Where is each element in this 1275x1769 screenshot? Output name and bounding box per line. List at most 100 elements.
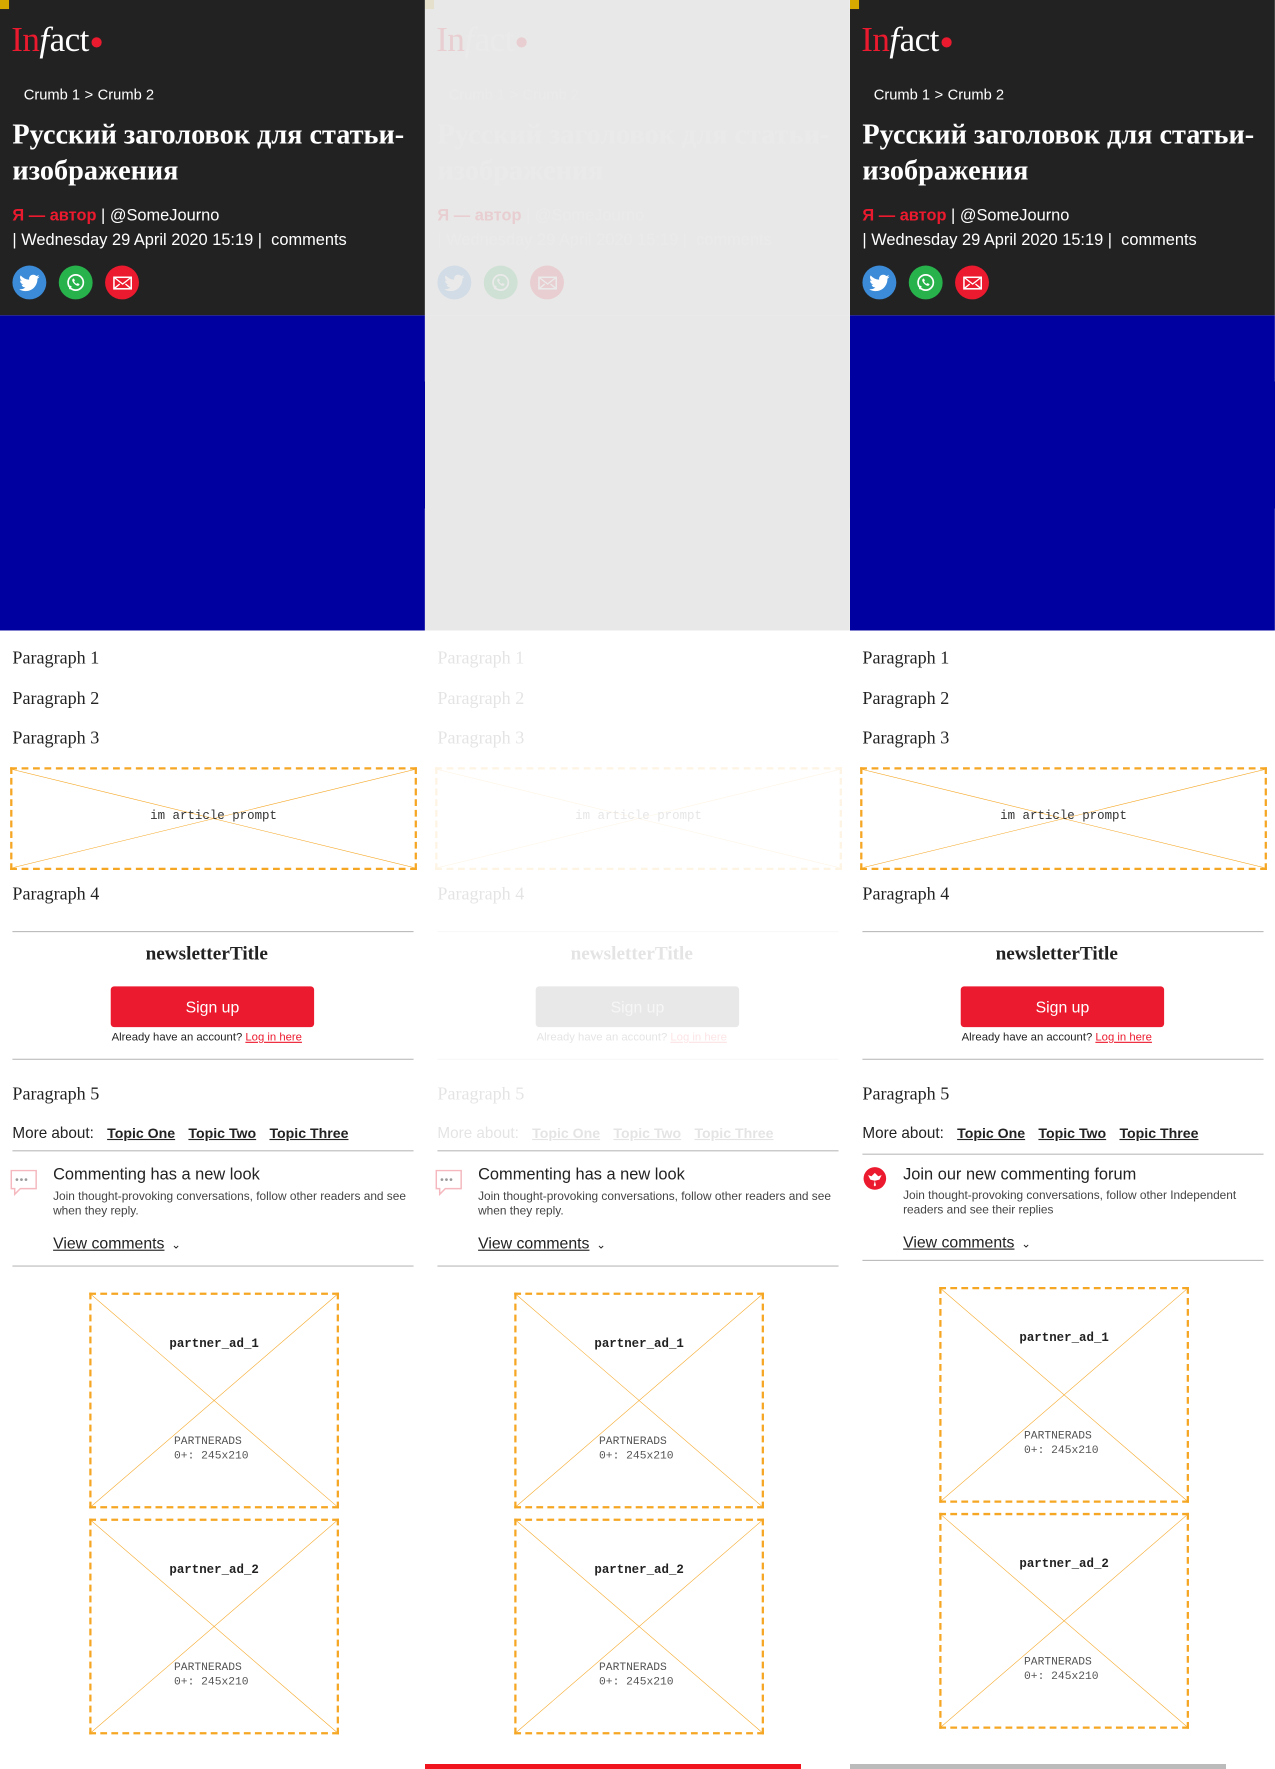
ad-name: partner_ad_1 xyxy=(594,1337,684,1352)
topic-link[interactable]: Topic Three xyxy=(1119,1125,1198,1141)
share-buttons xyxy=(437,265,564,300)
partner-ad-slot[interactable]: partner_ad_1 PARTNERADS 0+: 245x210 xyxy=(89,1292,339,1509)
whatsapp-share-button[interactable] xyxy=(483,265,518,300)
chevron-down-icon: ⌄ xyxy=(596,1239,606,1252)
email-share-button[interactable] xyxy=(530,265,564,300)
paragraph: Paragraph 5 xyxy=(862,1084,950,1104)
login-link[interactable]: Log in here xyxy=(670,1032,727,1044)
share-buttons xyxy=(12,265,139,300)
divider xyxy=(12,931,414,933)
author-link[interactable]: Я — автор xyxy=(437,207,521,225)
signup-button[interactable]: Sign up xyxy=(960,986,1165,1028)
login-link[interactable]: Log in here xyxy=(1095,1032,1152,1044)
partner-ad-slot[interactable]: partner_ad_2 PARTNERADS 0+: 245x210 xyxy=(514,1518,764,1735)
placeholder-cross xyxy=(92,1295,337,1506)
topic-link[interactable]: Topic One xyxy=(957,1125,1025,1141)
site-logo[interactable]: Infact xyxy=(861,19,952,60)
progress-bar xyxy=(425,1764,801,1769)
comments-link[interactable]: comments xyxy=(271,232,347,250)
publish-date: Wednesday 29 April 2020 15:19 xyxy=(871,231,1104,250)
speech-bubble-icon xyxy=(10,1169,37,1197)
comments-link[interactable]: comments xyxy=(696,232,772,250)
ad-info: PARTNERADS 0+: 245x210 xyxy=(174,1662,249,1690)
author-link[interactable]: Я — автор xyxy=(12,207,96,225)
newsletter-title: newsletterTitle xyxy=(570,942,693,964)
partner-ad-slot[interactable]: partner_ad_2 PARTNERADS 0+: 245x210 xyxy=(939,1512,1189,1729)
author-link[interactable]: Я — автор xyxy=(862,207,946,225)
twitter-share-button[interactable] xyxy=(437,265,472,300)
ad-name: partner_ad_2 xyxy=(1019,1558,1109,1572)
comments-promo-desc: Join thought-provoking conversations, fo… xyxy=(53,1189,406,1219)
view-comments-button[interactable]: View comments ⌄ xyxy=(903,1233,1031,1251)
ad-info: PARTNERADS 0+: 245x210 xyxy=(1024,1430,1099,1458)
partner-ad-slot[interactable]: partner_ad_1 PARTNERADS 0+: 245x210 xyxy=(939,1286,1189,1503)
crumb-2[interactable]: Crumb 2 xyxy=(523,86,579,103)
login-link[interactable]: Log in here xyxy=(245,1032,302,1044)
article-header: Infact Crumb 1 > Crumb 2 Русский заголовок… xyxy=(850,0,1275,316)
paragraph: Paragraph 3 xyxy=(862,728,950,748)
breadcrumb: Crumb 1 > Crumb 2 xyxy=(448,85,580,103)
whatsapp-share-button[interactable] xyxy=(58,265,93,300)
debug-marker xyxy=(850,0,860,10)
byline: Я — автор | @SomeJourno xyxy=(437,206,645,225)
paragraph: Paragraph 4 xyxy=(437,884,525,904)
prompt-label: im article prompt xyxy=(1000,810,1127,824)
ad-name: partner_ad_2 xyxy=(594,1563,684,1578)
email-share-button[interactable] xyxy=(105,265,139,300)
topic-link[interactable]: Topic Two xyxy=(613,1125,681,1141)
topic-link[interactable]: Topic Two xyxy=(1038,1125,1106,1141)
debug-marker xyxy=(0,0,10,10)
more-about: More about: Topic One Topic Two Topic Th… xyxy=(12,1124,349,1142)
article-prompt-placeholder: im article prompt xyxy=(435,767,842,871)
whatsapp-icon xyxy=(917,274,935,291)
site-logo[interactable]: Infact xyxy=(11,19,102,60)
divider xyxy=(12,1265,414,1267)
login-prompt: Already have an account? Log in here xyxy=(111,1031,302,1045)
email-share-button[interactable] xyxy=(955,265,989,300)
topic-link[interactable]: Topic One xyxy=(107,1125,175,1141)
login-prompt: Already have an account? Log in here xyxy=(961,1031,1152,1045)
paragraph: Paragraph 2 xyxy=(437,689,525,709)
prompt-label: im article prompt xyxy=(575,810,702,824)
dateline: | Wednesday 29 April 2020 15:19 | commen… xyxy=(862,231,1197,250)
twitter-share-button[interactable] xyxy=(862,265,897,300)
topic-link[interactable]: Topic One xyxy=(532,1125,600,1141)
email-icon xyxy=(962,275,982,290)
partner-ad-slot[interactable]: partner_ad_1 PARTNERADS 0+: 245x210 xyxy=(514,1292,764,1509)
paragraph: Paragraph 4 xyxy=(862,884,950,904)
divider xyxy=(862,1058,1264,1060)
topic-link[interactable]: Topic Three xyxy=(269,1125,348,1141)
topic-link[interactable]: Topic Two xyxy=(188,1125,256,1141)
ad-info: PARTNERADS 0+: 245x210 xyxy=(174,1436,249,1464)
placeholder-cross xyxy=(942,1289,1187,1500)
author-handle[interactable]: @SomeJourno xyxy=(110,207,220,225)
site-logo[interactable]: Infact xyxy=(436,19,527,60)
ad-info: PARTNERADS 0+: 245x210 xyxy=(1024,1656,1099,1684)
comments-promo-desc: Join thought-provoking conversations, fo… xyxy=(478,1189,831,1219)
signup-button[interactable]: Sign up xyxy=(535,986,740,1028)
article-title: Русский заголовок для статьи-изображения xyxy=(12,119,405,187)
topic-link[interactable]: Topic Three xyxy=(694,1125,773,1141)
crumb-1[interactable]: Crumb 1 xyxy=(874,86,930,103)
comments-link[interactable]: comments xyxy=(1121,232,1197,250)
crumb-2[interactable]: Crumb 2 xyxy=(98,86,154,103)
view-comments-button[interactable]: View comments ⌄ xyxy=(53,1234,181,1252)
divider xyxy=(12,1058,414,1060)
crumb-2[interactable]: Crumb 2 xyxy=(948,86,1004,103)
hero-image xyxy=(850,315,1275,631)
author-handle[interactable]: @SomeJourno xyxy=(535,207,645,225)
twitter-icon xyxy=(19,274,40,291)
whatsapp-share-button[interactable] xyxy=(908,265,943,300)
partner-ad-slot[interactable]: partner_ad_2 PARTNERADS 0+: 245x210 xyxy=(89,1518,339,1735)
whatsapp-icon xyxy=(492,274,510,291)
view-comments-button[interactable]: View comments ⌄ xyxy=(478,1234,606,1252)
divider xyxy=(12,1150,414,1152)
author-handle[interactable]: @SomeJourno xyxy=(960,207,1070,225)
crumb-1[interactable]: Crumb 1 xyxy=(449,86,505,103)
ad-name: partner_ad_1 xyxy=(1019,1332,1109,1346)
signup-button[interactable]: Sign up xyxy=(110,986,315,1028)
email-icon xyxy=(537,275,557,290)
twitter-share-button[interactable] xyxy=(12,265,47,300)
debug-marker xyxy=(425,0,435,10)
crumb-1[interactable]: Crumb 1 xyxy=(24,86,80,103)
